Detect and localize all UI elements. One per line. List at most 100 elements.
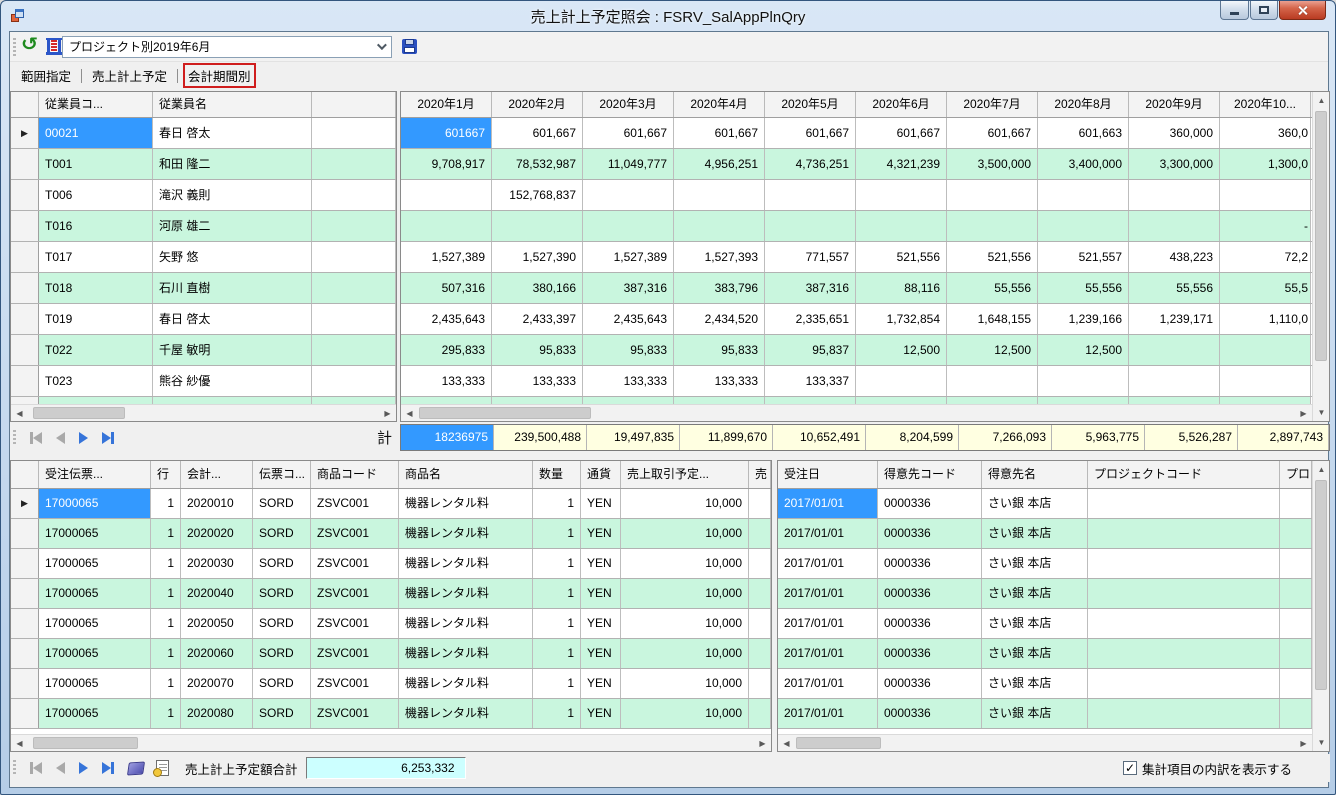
table-row[interactable]: 133,333133,333133,333133,333133,337: [401, 366, 1329, 397]
cell-amount[interactable]: 10,000: [621, 579, 749, 608]
cell[interactable]: [1220, 397, 1311, 404]
scrollbar-thumb[interactable]: [33, 737, 138, 749]
cell-item_code[interactable]: ZSVC001: [311, 669, 399, 698]
cell-extra[interactable]: [749, 699, 771, 728]
table-row[interactable]: T006滝沢 義則: [11, 180, 396, 211]
total-cell[interactable]: 10,652,491: [773, 425, 866, 450]
cell[interactable]: 1,239,166: [1038, 304, 1129, 334]
cell-proj_code[interactable]: [1088, 489, 1280, 518]
row-selector[interactable]: [11, 549, 39, 578]
cell-item_code[interactable]: ZSVC001: [311, 699, 399, 728]
cell-currency[interactable]: YEN: [581, 489, 621, 518]
cell[interactable]: 95,837: [765, 335, 856, 365]
cell-date[interactable]: 2017/01/01: [778, 699, 878, 728]
cell-period[interactable]: 2020070: [181, 669, 253, 698]
cell-code[interactable]: T016: [39, 211, 153, 241]
cell-qty[interactable]: 1: [533, 639, 581, 668]
table-row[interactable]: 1700006512020020SORDZSVC001機器レンタル料1YEN10…: [11, 519, 771, 549]
cell-line[interactable]: 1: [151, 489, 181, 518]
nav-last-button[interactable]: [102, 762, 114, 774]
column-header[interactable]: 従業員コ...: [39, 92, 153, 117]
cell[interactable]: [1038, 366, 1129, 396]
cell-cust_code[interactable]: 0000336: [878, 639, 982, 668]
cell-item_name[interactable]: 機器レンタル料: [399, 579, 533, 608]
cell[interactable]: 3,400,000: [1038, 149, 1129, 179]
table-row[interactable]: T023熊谷 紗優: [11, 366, 396, 397]
cell[interactable]: [1220, 335, 1311, 365]
cell[interactable]: 55,556: [947, 273, 1038, 303]
scroll-left-icon[interactable]: ◀: [11, 405, 28, 422]
cell[interactable]: 888,877: [401, 397, 492, 404]
cell-cust_code[interactable]: 0000336: [878, 669, 982, 698]
table-row[interactable]: T022千屋 敏明: [11, 335, 396, 366]
row-selector[interactable]: [11, 519, 39, 548]
total-cell[interactable]: 18236975: [401, 425, 494, 450]
customer-hscrollbar[interactable]: ◀ ▶: [778, 734, 1312, 751]
cell-code[interactable]: T027: [39, 397, 153, 404]
nav-prev-button[interactable]: [56, 432, 65, 444]
profile-combobox[interactable]: プロジェクト別2019年6月: [62, 36, 392, 58]
cell[interactable]: 133,333: [583, 366, 674, 396]
cell[interactable]: 1,732,854: [856, 304, 947, 334]
cell-extra[interactable]: [749, 639, 771, 668]
cell-proj_code[interactable]: [1088, 669, 1280, 698]
cell[interactable]: [1129, 366, 1220, 396]
cell[interactable]: 601,667: [856, 118, 947, 148]
cell[interactable]: 888,877: [674, 397, 765, 404]
cell-proj_code[interactable]: [1088, 639, 1280, 668]
cell-name[interactable]: 河原 雄二: [153, 211, 312, 241]
report-icon[interactable]: [156, 760, 169, 776]
table-row[interactable]: 1700006512020030SORDZSVC001機器レンタル料1YEN10…: [11, 549, 771, 579]
cell-cust_name[interactable]: さい銀 本店: [982, 639, 1088, 668]
column-header[interactable]: プロジェクトコード: [1088, 461, 1280, 488]
cell-item_name[interactable]: 機器レンタル料: [399, 519, 533, 548]
table-row[interactable]: 2017/01/010000336さい銀 本店: [778, 549, 1329, 579]
column-header[interactable]: 受注伝票...: [39, 461, 151, 488]
cell-date[interactable]: 2017/01/01: [778, 489, 878, 518]
cell[interactable]: [1220, 180, 1311, 210]
cell[interactable]: 72,2: [1220, 242, 1311, 272]
cell-line[interactable]: 1: [151, 609, 181, 638]
cell[interactable]: 4,321,239: [856, 149, 947, 179]
cell-amount[interactable]: 10,000: [621, 549, 749, 578]
cell-cust_name[interactable]: さい銀 本店: [982, 549, 1088, 578]
cell-date[interactable]: 2017/01/01: [778, 579, 878, 608]
maximize-button[interactable]: [1250, 1, 1278, 20]
cell[interactable]: 55,5: [1220, 273, 1311, 303]
total-cell[interactable]: 2,897,743: [1238, 425, 1329, 450]
cell[interactable]: 380,166: [492, 273, 583, 303]
cell[interactable]: 12,500: [1038, 335, 1129, 365]
cell-proj_extra[interactable]: [1280, 639, 1312, 668]
cell[interactable]: [1220, 366, 1311, 396]
cell[interactable]: 3,300,000: [1129, 149, 1220, 179]
cell-blank[interactable]: [312, 149, 396, 179]
cell[interactable]: 133,333: [674, 366, 765, 396]
cell-currency[interactable]: YEN: [581, 639, 621, 668]
cell[interactable]: 686,667: [856, 397, 947, 404]
cell-line[interactable]: 1: [151, 519, 181, 548]
cell-code[interactable]: T022: [39, 335, 153, 365]
cell-name[interactable]: 滝沢 義則: [153, 180, 312, 210]
cell[interactable]: 4,736,251: [765, 149, 856, 179]
table-row[interactable]: 9,708,91778,532,98711,049,7774,956,2514,…: [401, 149, 1329, 180]
cell-order_no[interactable]: 17000065: [39, 549, 151, 578]
scroll-right-icon[interactable]: ▶: [379, 405, 396, 422]
cell-slip_type[interactable]: SORD: [253, 639, 311, 668]
cell-period[interactable]: 2020050: [181, 609, 253, 638]
cell[interactable]: 100,007: [1129, 397, 1220, 404]
cell-slip_type[interactable]: SORD: [253, 699, 311, 728]
show-breakdown-checkbox[interactable]: ✓: [1123, 761, 1137, 775]
cell-extra[interactable]: [749, 489, 771, 518]
cell[interactable]: 133,333: [401, 366, 492, 396]
row-selector[interactable]: [11, 304, 39, 334]
cell[interactable]: 601,667: [674, 118, 765, 148]
row-selector[interactable]: [11, 397, 39, 404]
cell-blank[interactable]: [312, 180, 396, 210]
column-header[interactable]: 売上取引予定...: [621, 461, 749, 488]
cell-item_name[interactable]: 機器レンタル料: [399, 549, 533, 578]
row-header-corner[interactable]: [11, 461, 39, 488]
cell[interactable]: 295,833: [401, 335, 492, 365]
cell-code[interactable]: T018: [39, 273, 153, 303]
scroll-right-icon[interactable]: ▶: [754, 735, 771, 752]
cell[interactable]: 2,433,397: [492, 304, 583, 334]
